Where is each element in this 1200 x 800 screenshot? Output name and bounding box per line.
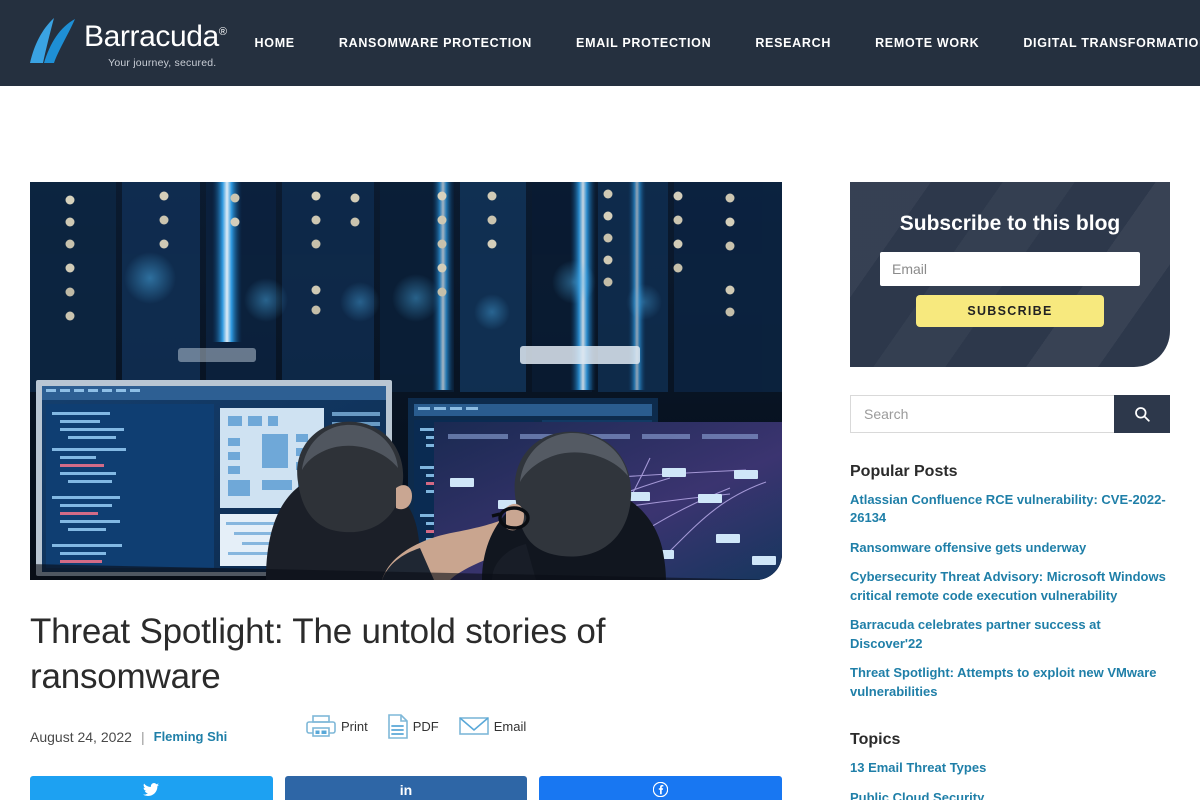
share-twitter-button[interactable]	[30, 775, 273, 800]
facebook-icon	[653, 782, 669, 798]
popular-post-link-1[interactable]: Atlassian Confluence RCE vulnerability: …	[850, 491, 1170, 528]
pdf-label: PDF	[412, 718, 439, 734]
popular-post-link-3[interactable]: Cybersecurity Threat Advisory: Microsoft…	[850, 568, 1170, 605]
popular-post-link-2[interactable]: Ransomware offensive gets underway	[850, 539, 1170, 557]
topics-widget: Topics 13 Email Threat Types Public Clou…	[850, 731, 1170, 800]
site-header: Barracuda® Your journey, secured. HOME R…	[0, 0, 1200, 86]
linkedin-icon: in	[399, 781, 413, 798]
popular-posts-widget: Popular Posts Atlassian Confluence RCE v…	[850, 463, 1170, 701]
publish-date: August 24, 2022	[30, 728, 132, 745]
print-tools: Print PDF Email	[306, 713, 527, 739]
share-facebook-button[interactable]	[539, 775, 783, 800]
twitter-icon	[143, 782, 160, 796]
printer-icon	[306, 715, 336, 737]
author-link[interactable]: Fleming Shi	[154, 729, 228, 744]
nav-item-research[interactable]: RESEARCH	[733, 36, 853, 50]
article-hero-image	[30, 182, 782, 580]
print-button[interactable]: Print	[306, 714, 368, 738]
popular-posts-title: Popular Posts	[850, 463, 958, 480]
social-share-bar: in	[30, 775, 783, 800]
sidebar-search	[850, 395, 1170, 433]
topics-title: Topics	[850, 731, 901, 749]
subscribe-button[interactable]: SUBSCRIBE	[916, 295, 1104, 327]
envelope-icon	[458, 717, 489, 735]
topic-link-2[interactable]: Public Cloud Security	[850, 789, 1170, 800]
email-field[interactable]	[880, 252, 1140, 286]
nav-item-email-protection[interactable]: EMAIL PROTECTION	[554, 36, 733, 50]
share-linkedin-button[interactable]: in	[284, 775, 528, 800]
nav-item-remote-work[interactable]: REMOTE WORK	[853, 36, 1001, 50]
meta-separator: |	[140, 728, 145, 745]
popular-post-link-5[interactable]: Threat Spotlight: Attempts to exploit ne…	[850, 664, 1170, 701]
page-content: Threat Spotlight: The untold stories of …	[0, 86, 1200, 800]
print-label: Print	[341, 718, 368, 734]
soc-photo-illustration	[30, 182, 782, 580]
search-input[interactable]	[850, 395, 1114, 433]
brand-registered-mark: ®	[218, 26, 227, 38]
subscribe-widget: Subscribe to this blog SUBSCRIBE	[850, 182, 1170, 367]
sidebar: Subscribe to this blog SUBSCRIBE Popular…	[850, 182, 1170, 800]
subscribe-title: Subscribe to this blog	[899, 212, 1121, 235]
article-column: Threat Spotlight: The untold stories of …	[30, 182, 783, 800]
nav-item-digital-transformation[interactable]: DIGITAL TRANSFORMATION	[1001, 36, 1200, 50]
search-submit-button[interactable]	[1114, 395, 1170, 433]
pdf-button[interactable]: PDF	[387, 713, 439, 739]
email-label: Email	[493, 718, 527, 734]
search-icon	[1135, 407, 1150, 422]
brand-logo-link[interactable]: Barracuda® Your journey, secured.	[28, 17, 227, 69]
email-button[interactable]: Email	[458, 715, 527, 737]
brand-tagline: Your journey, secured.	[108, 57, 217, 69]
barracuda-fin-logo-icon	[30, 18, 75, 63]
page-title: Threat Spotlight: The untold stories of …	[30, 612, 606, 696]
main-navigation: HOME RANSOMWARE PROTECTION EMAIL PROTECT…	[233, 35, 1200, 52]
topic-link-1[interactable]: 13 Email Threat Types	[850, 759, 1170, 777]
popular-post-link-4[interactable]: Barracuda celebrates partner success at …	[850, 616, 1170, 653]
document-icon	[387, 713, 408, 739]
nav-item-home[interactable]: HOME	[233, 36, 317, 50]
brand-name: Barracuda®	[84, 20, 227, 53]
article-meta: August 24, 2022 | Fleming Shi Print PDF …	[30, 713, 782, 754]
nav-item-ransomware-protection[interactable]: RANSOMWARE PROTECTION	[317, 36, 554, 50]
